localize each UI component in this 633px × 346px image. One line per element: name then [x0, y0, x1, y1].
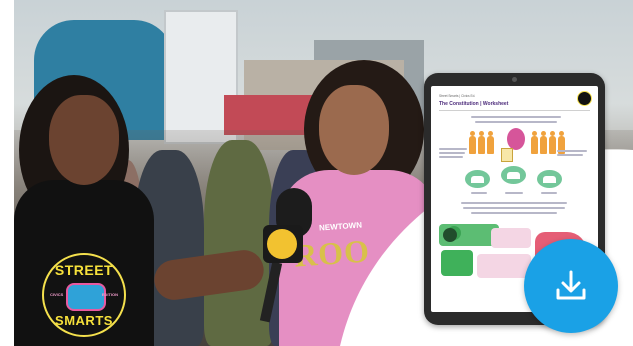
- logo-bottom-text: SMARTS: [55, 313, 113, 328]
- worksheet-title: The Constitution | Worksheet: [439, 101, 509, 107]
- download-icon: [556, 270, 586, 300]
- pink-panel: [477, 254, 531, 278]
- text-line: [471, 116, 561, 118]
- logo-bus-icon: [66, 283, 106, 311]
- text-line: [557, 154, 583, 156]
- interviewer-face: [49, 95, 119, 185]
- worksheet-small-heading: Street Smarts | Civics Ed.: [439, 94, 476, 98]
- document-icon: [501, 148, 513, 162]
- speaker-illustration: [507, 128, 525, 150]
- text-line: [461, 202, 567, 204]
- text-line: [557, 150, 587, 152]
- microphone-logo: [267, 229, 297, 259]
- branch-bubble-icon: [465, 170, 490, 188]
- background-sign: [224, 95, 314, 135]
- shirt-text: ROO: [292, 232, 372, 274]
- text-line: [463, 207, 565, 209]
- logo-side-left-text: CIVICS: [50, 292, 64, 297]
- pink-panel: [491, 228, 531, 248]
- interviewee-face: [319, 85, 389, 175]
- download-button[interactable]: [524, 239, 618, 333]
- scale-icon: [443, 228, 457, 242]
- divider: [439, 110, 590, 111]
- worksheet-logo-icon: [577, 91, 592, 106]
- promo-banner: NEWTOWN ROO STREET CIVICS EDITION SMARTS…: [0, 0, 633, 346]
- text-line: [505, 192, 523, 194]
- branch-bubble-icon: [537, 170, 562, 188]
- logo-top-text: STREET: [54, 262, 114, 278]
- text-line: [541, 192, 557, 194]
- text-line: [471, 192, 487, 194]
- branch-bubble-icon: [501, 166, 526, 184]
- camera-icon: [512, 77, 517, 82]
- logo-side-right-text: EDITION: [101, 292, 118, 297]
- text-line: [439, 148, 467, 150]
- green-panel: [441, 250, 473, 276]
- text-line: [439, 156, 463, 158]
- text-line: [439, 152, 465, 154]
- text-line: [471, 212, 557, 214]
- text-line: [475, 121, 557, 123]
- street-smarts-logo: STREET CIVICS EDITION SMARTS: [42, 253, 126, 337]
